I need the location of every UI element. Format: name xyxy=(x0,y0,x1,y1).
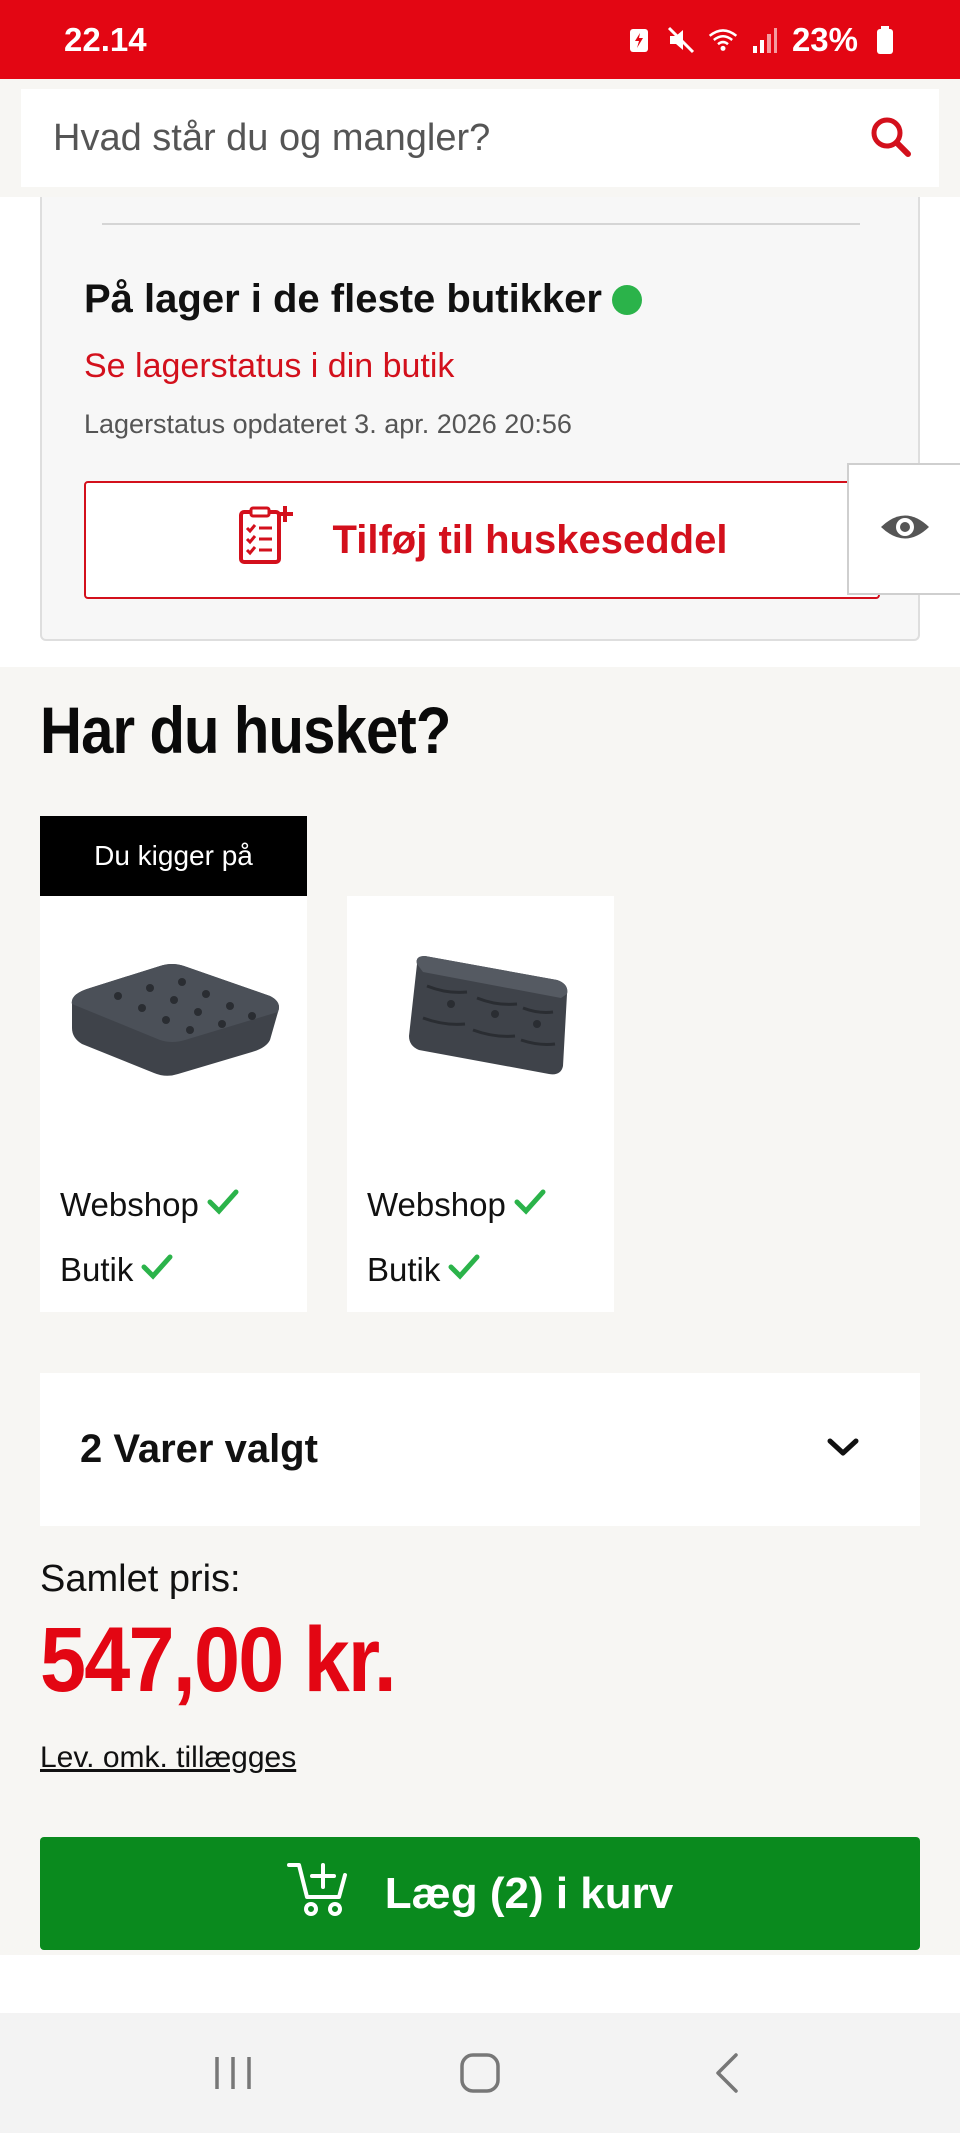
search-input[interactable] xyxy=(51,115,831,161)
bottom-spacer xyxy=(0,1955,960,2013)
checklist-add-icon xyxy=(237,504,295,576)
check-icon xyxy=(448,1251,480,1289)
store-label: Butik xyxy=(367,1251,441,1288)
webshop-label: Webshop xyxy=(60,1186,199,1223)
recent-apps-button[interactable] xyxy=(193,2033,273,2113)
search-bar xyxy=(0,79,960,197)
status-icons: 23% xyxy=(624,21,900,59)
webshop-label: Webshop xyxy=(367,1186,506,1223)
search-box[interactable] xyxy=(21,89,939,187)
eye-button[interactable] xyxy=(847,463,960,595)
signal-icon xyxy=(750,25,780,55)
home-icon xyxy=(460,2053,500,2093)
availability-card: På lager i de fleste butikker Se lagerst… xyxy=(40,197,920,641)
recent-apps-icon xyxy=(215,2057,252,2089)
webshop-availability: Webshop xyxy=(60,1186,239,1224)
selected-items-label: 2 Varer valgt xyxy=(80,1427,318,1471)
back-icon xyxy=(715,2053,738,2093)
in-stock-dot-icon xyxy=(612,284,642,315)
total-label: Samlet pris: xyxy=(40,1558,241,1600)
home-button[interactable] xyxy=(440,2033,520,2113)
add-to-cart-label: Læg (2) i kurv xyxy=(384,1868,674,1918)
add-to-wishlist-label: Tilføj til huskeseddel xyxy=(332,517,728,562)
status-time: 22.14 xyxy=(64,20,147,58)
cart-add-icon xyxy=(286,1859,351,1928)
selected-items-dropdown[interactable]: 2 Varer valgt xyxy=(40,1373,920,1526)
add-to-cart-button[interactable]: Læg (2) i kurv xyxy=(40,1837,920,1950)
webshop-availability: Webshop xyxy=(367,1186,546,1224)
product-card[interactable]: Webshop Butik xyxy=(347,896,614,1312)
check-icon xyxy=(207,1186,239,1224)
status-bar: 22.14 23% xyxy=(0,0,960,79)
stock-status-label: På lager i de fleste butikker xyxy=(84,277,602,321)
chevron-down-icon[interactable] xyxy=(826,1436,860,1463)
battery-saver-icon xyxy=(624,25,654,55)
navigation-bar xyxy=(0,2013,960,2133)
stock-status: På lager i de fleste butikker xyxy=(84,277,642,322)
product-image-back-cushion[interactable] xyxy=(367,936,594,1086)
battery-percent: 23% xyxy=(791,20,858,58)
stock-updated-text: Lagerstatus opdateret 3. apr. 2026 20:56 xyxy=(84,409,572,439)
add-to-wishlist-button[interactable]: Tilføj til huskeseddel xyxy=(84,481,880,599)
check-icon xyxy=(514,1186,546,1224)
back-button[interactable] xyxy=(687,2033,767,2113)
store-availability: Butik xyxy=(60,1251,173,1289)
delivery-cost-link[interactable]: Lev. omk. tillægges xyxy=(40,1741,296,1775)
viewing-badge: Du kigger på xyxy=(40,816,307,896)
mute-icon xyxy=(666,25,696,55)
section-title: Har du husket? xyxy=(40,693,451,767)
product-image-seat-cushion[interactable] xyxy=(60,936,287,1086)
search-icon[interactable] xyxy=(869,115,911,162)
divider xyxy=(102,223,860,225)
store-label: Butik xyxy=(60,1251,134,1288)
store-availability: Butik xyxy=(367,1251,480,1289)
total-price: 547,00 kr. xyxy=(40,1609,397,1711)
eye-icon xyxy=(879,510,931,549)
check-icon xyxy=(141,1251,173,1289)
battery-icon xyxy=(870,25,900,55)
product-card[interactable]: Webshop Butik xyxy=(40,896,307,1312)
store-stock-link[interactable]: Se lagerstatus i din butik xyxy=(84,347,454,386)
wifi-icon xyxy=(708,25,738,55)
